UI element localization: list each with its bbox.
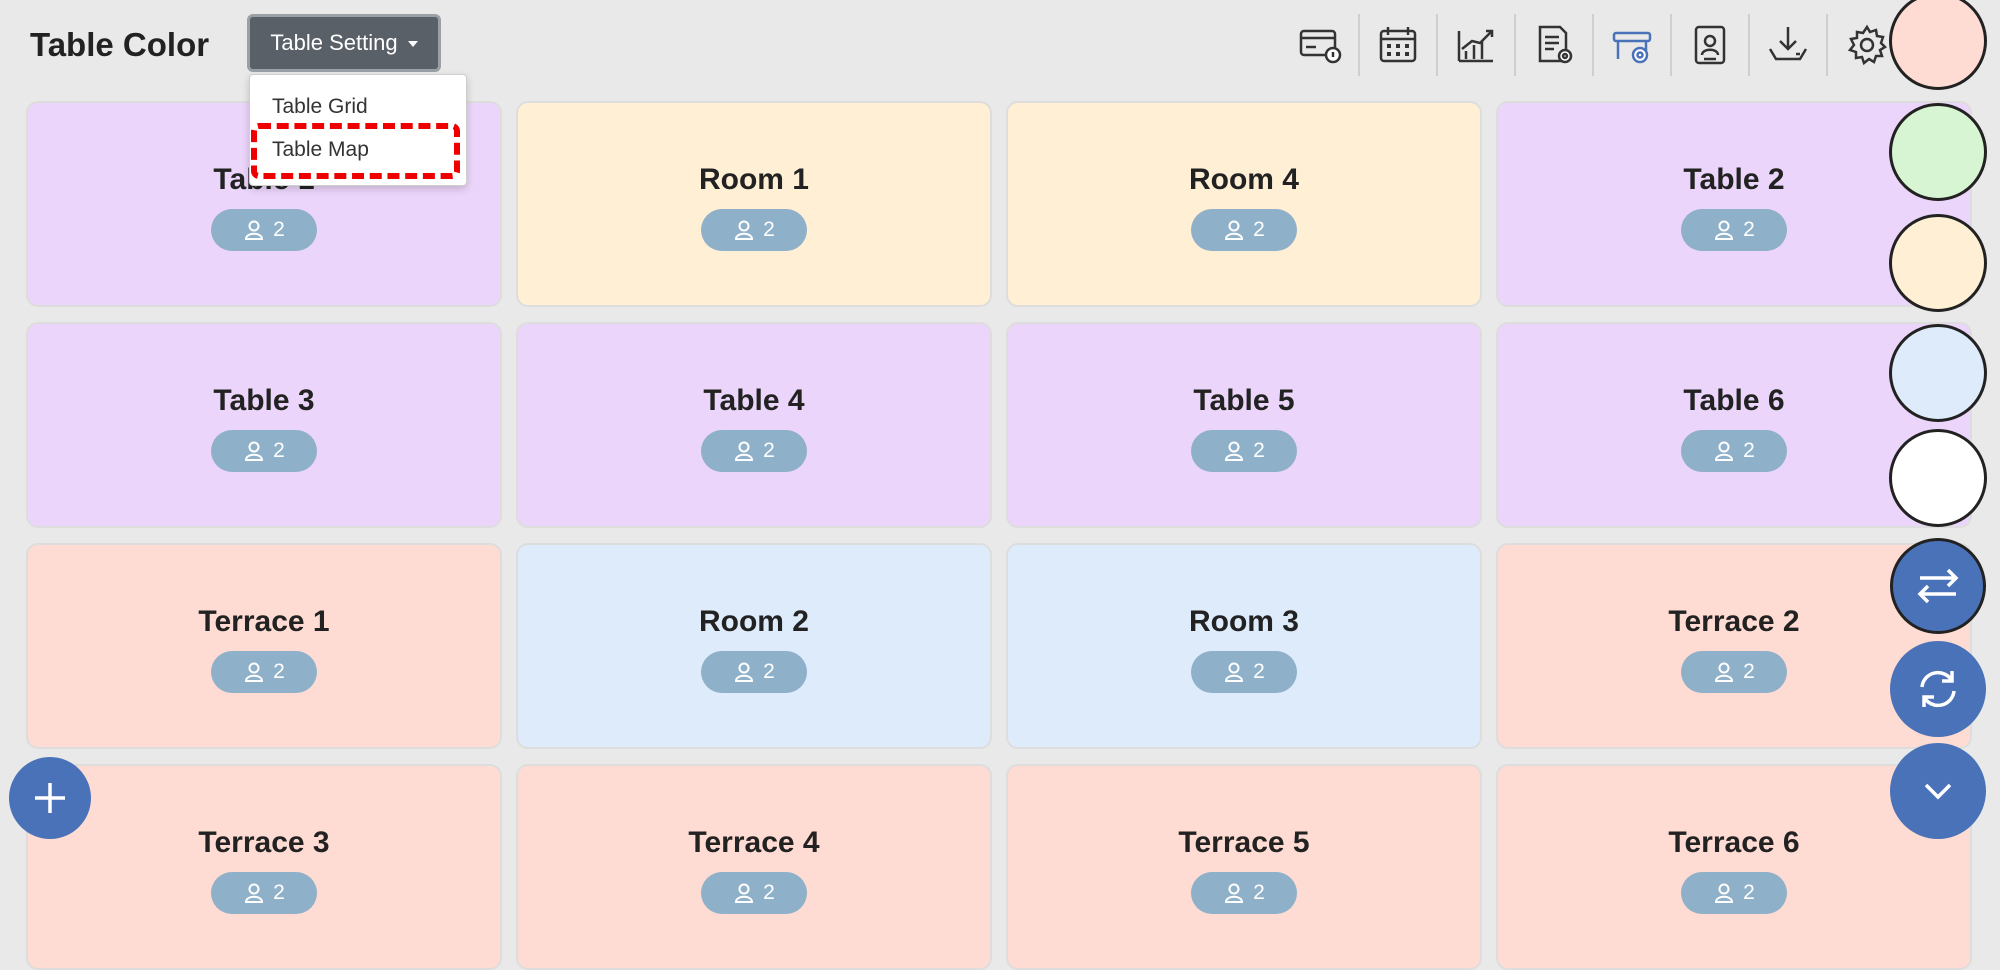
guest-count-badge: 2 [211,209,317,251]
guest-count: 2 [1743,881,1755,904]
person-icon [245,662,264,682]
plus-icon [35,783,65,813]
person-icon [1715,662,1734,682]
person-icon [245,441,264,461]
guest-count-badge: 2 [701,430,807,472]
guest-count: 2 [763,439,775,462]
color-swatch[interactable] [1889,0,1987,90]
table-name: Terrace 1 [198,605,330,638]
guest-count: 2 [273,439,285,462]
guest-count: 2 [1253,660,1265,683]
guest-count-badge: 2 [1681,209,1787,251]
person-icon [1225,662,1244,682]
person-icon [1715,441,1734,461]
table-card[interactable]: Terrace 1 2 [26,543,502,749]
color-swatch[interactable] [1889,103,1987,201]
refresh-button[interactable] [1890,641,1986,737]
toolbar [1282,14,1906,76]
table-name: Room 4 [1188,163,1299,196]
contact-icon[interactable] [1672,14,1750,76]
scroll-down-button[interactable] [1890,743,1986,839]
guest-count-badge: 2 [1191,430,1297,472]
guest-count: 2 [1743,218,1755,241]
color-swatch[interactable] [1889,214,1987,312]
chevron-down-icon [1924,783,1952,800]
card-icon[interactable] [1282,14,1360,76]
guest-count: 2 [1253,439,1265,462]
table-name: Terrace 3 [198,826,330,859]
person-icon [1715,883,1734,903]
person-icon [1225,883,1244,903]
table-name: Terrace 5 [1178,826,1310,859]
table-card[interactable]: Terrace 3 2 [26,764,502,970]
table-card[interactable]: Terrace 5 2 [1006,764,1482,970]
report-settings-icon[interactable] [1516,14,1594,76]
color-swatch[interactable] [1889,429,1987,527]
table-card[interactable]: Room 1 2 [516,101,992,307]
table-settings-icon[interactable] [1594,14,1672,76]
table-name: Room 3 [1188,605,1299,638]
caret-down-icon [407,41,418,47]
dropdown-item-table-grid[interactable]: Table Grid [272,95,368,119]
page-title: Table Color [30,26,210,63]
guest-count: 2 [273,218,285,241]
color-swatch[interactable] [1889,324,1987,422]
add-table-button[interactable] [9,757,91,839]
table-card[interactable]: Table 3 2 [26,322,502,528]
table-name: Room 1 [698,163,809,196]
person-icon [735,220,754,240]
guest-count: 2 [1253,881,1265,904]
table-name: Room 2 [698,605,809,638]
table-setting-button[interactable]: Table Setting [247,14,441,72]
refresh-icon [1920,670,1956,708]
guest-count-badge: 2 [211,651,317,693]
guest-count-badge: 2 [1191,651,1297,693]
guest-count: 2 [1743,660,1755,683]
guest-count-badge: 2 [1191,872,1297,914]
guest-count-badge: 2 [701,872,807,914]
person-icon [1225,220,1244,240]
chart-icon[interactable] [1438,14,1516,76]
guest-count: 2 [763,881,775,904]
table-name: Terrace 4 [688,826,820,859]
person-icon [245,220,264,240]
person-icon [1225,441,1244,461]
table-setting-label: Table Setting [270,30,398,55]
highlight-annotation [251,123,460,179]
table-name: Table 5 [1193,384,1295,417]
table-name: Table 4 [703,384,805,417]
person-icon [245,883,264,903]
guest-count-badge: 2 [1681,430,1787,472]
person-icon [1715,220,1734,240]
person-icon [735,441,754,461]
guest-count-badge: 2 [1191,209,1297,251]
table-card[interactable]: Room 3 2 [1006,543,1482,749]
table-card[interactable]: Room 4 2 [1006,101,1482,307]
guest-count-badge: 2 [701,209,807,251]
guest-count-badge: 2 [211,872,317,914]
download-icon[interactable] [1750,14,1828,76]
guest-count-badge: 2 [1681,872,1787,914]
guest-count-badge: 2 [211,430,317,472]
table-card[interactable]: Table 4 2 [516,322,992,528]
table-card[interactable]: Room 2 2 [516,543,992,749]
table-name: Table 3 [213,384,315,417]
table-card[interactable]: Terrace 4 2 [516,764,992,970]
guest-count: 2 [273,881,285,904]
person-icon [735,883,754,903]
calendar-icon[interactable] [1360,14,1438,76]
swap-icon [1917,568,1959,604]
guest-count: 2 [763,660,775,683]
swap-button[interactable] [1890,538,1986,634]
person-icon [735,662,754,682]
table-card[interactable]: Table 5 2 [1006,322,1482,528]
table-name: Terrace 6 [1668,826,1800,859]
guest-count: 2 [273,660,285,683]
guest-count: 2 [763,218,775,241]
guest-count-badge: 2 [701,651,807,693]
guest-count-badge: 2 [1681,651,1787,693]
guest-count: 2 [1253,218,1265,241]
guest-count: 2 [1743,439,1755,462]
